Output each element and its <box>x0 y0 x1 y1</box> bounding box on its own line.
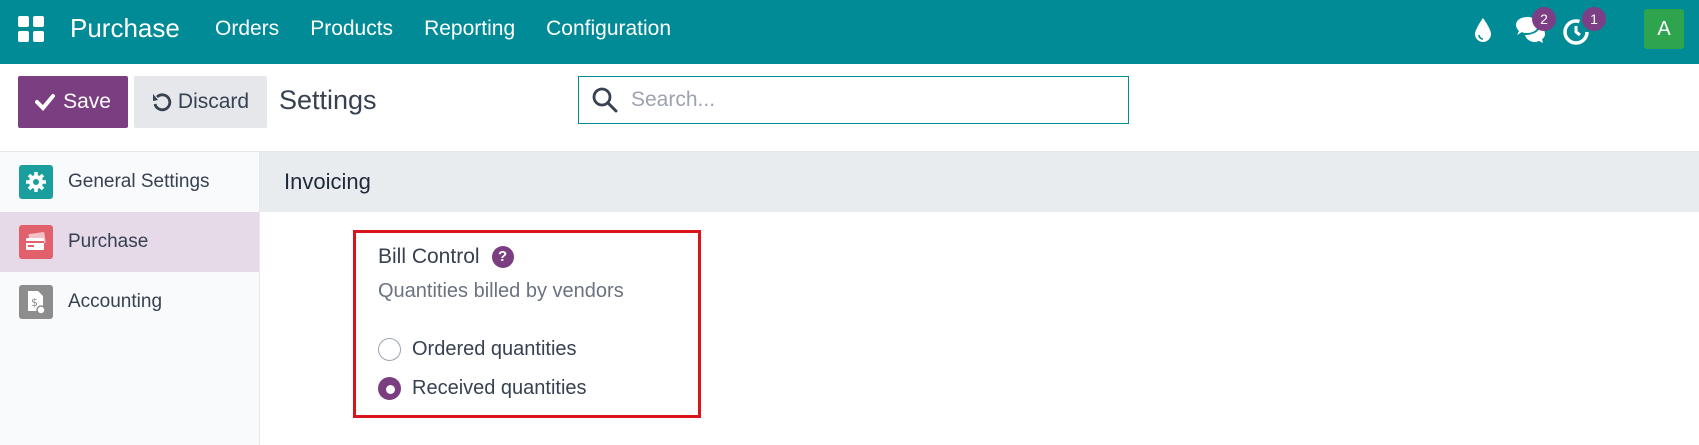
save-button[interactable]: Save <box>18 76 128 128</box>
menu-reporting[interactable]: Reporting <box>424 17 515 41</box>
radio-received-quantities[interactable]: Received quantities <box>378 377 587 400</box>
check-icon <box>35 94 56 111</box>
sidebar-item-accounting[interactable]: $ Accounting <box>0 272 259 332</box>
radio-button-checked[interactable] <box>378 377 401 400</box>
purchase-card-icon <box>19 225 53 259</box>
radio-label: Received quantities <box>412 377 587 399</box>
section-title: Invoicing <box>284 169 371 194</box>
bill-control-setting: Bill Control ? Quantities billed by vend… <box>353 230 701 418</box>
chat-badge: 2 <box>1532 7 1556 31</box>
settings-sidebar: General Settings Purchase $ Accounting <box>0 152 260 445</box>
radio-button-unchecked[interactable] <box>378 338 401 361</box>
setting-name: Bill Control ? <box>378 245 514 269</box>
sidebar-item-purchase[interactable]: Purchase <box>0 212 259 272</box>
apps-menu-icon[interactable] <box>18 16 44 42</box>
svg-text:$: $ <box>31 296 38 309</box>
control-panel: Save Discard Settings <box>0 64 1699 152</box>
discard-label: Discard <box>177 90 250 113</box>
main-menu: Orders Products Reporting Configuration <box>215 17 702 41</box>
page-title: Settings <box>279 85 377 115</box>
search-icon <box>592 87 618 113</box>
app-name[interactable]: Purchase <box>70 13 180 44</box>
sidebar-item-label: Purchase <box>68 231 149 252</box>
sidebar-item-general-settings[interactable]: General Settings <box>0 152 259 212</box>
setting-name-text: Bill Control <box>378 245 480 268</box>
accounting-doc-icon: $ <box>19 285 53 319</box>
settings-content: Invoicing Bill Control ? Quantities bill… <box>260 152 1699 445</box>
search-input[interactable] <box>631 88 1111 112</box>
search-box <box>578 76 1129 124</box>
setting-description: Quantities billed by vendors <box>378 280 624 302</box>
top-navbar: Purchase Orders Products Reporting Confi… <box>0 0 1699 64</box>
menu-products[interactable]: Products <box>310 17 393 41</box>
section-header: Invoicing <box>260 152 1699 212</box>
radio-ordered-quantities[interactable]: Ordered quantities <box>378 338 577 361</box>
menu-orders[interactable]: Orders <box>215 17 279 41</box>
help-icon[interactable]: ? <box>491 246 514 268</box>
discard-button[interactable]: Discard <box>134 76 267 128</box>
save-label: Save <box>63 90 111 113</box>
drop-icon[interactable] <box>1474 17 1492 43</box>
undo-icon <box>152 93 172 112</box>
sidebar-item-label: General Settings <box>68 171 210 192</box>
activity-badge: 1 <box>1582 7 1606 31</box>
menu-configuration[interactable]: Configuration <box>546 17 671 41</box>
radio-label: Ordered quantities <box>412 338 577 360</box>
gear-icon <box>19 165 53 199</box>
user-avatar[interactable]: A <box>1644 9 1684 49</box>
sidebar-item-label: Accounting <box>68 291 163 312</box>
